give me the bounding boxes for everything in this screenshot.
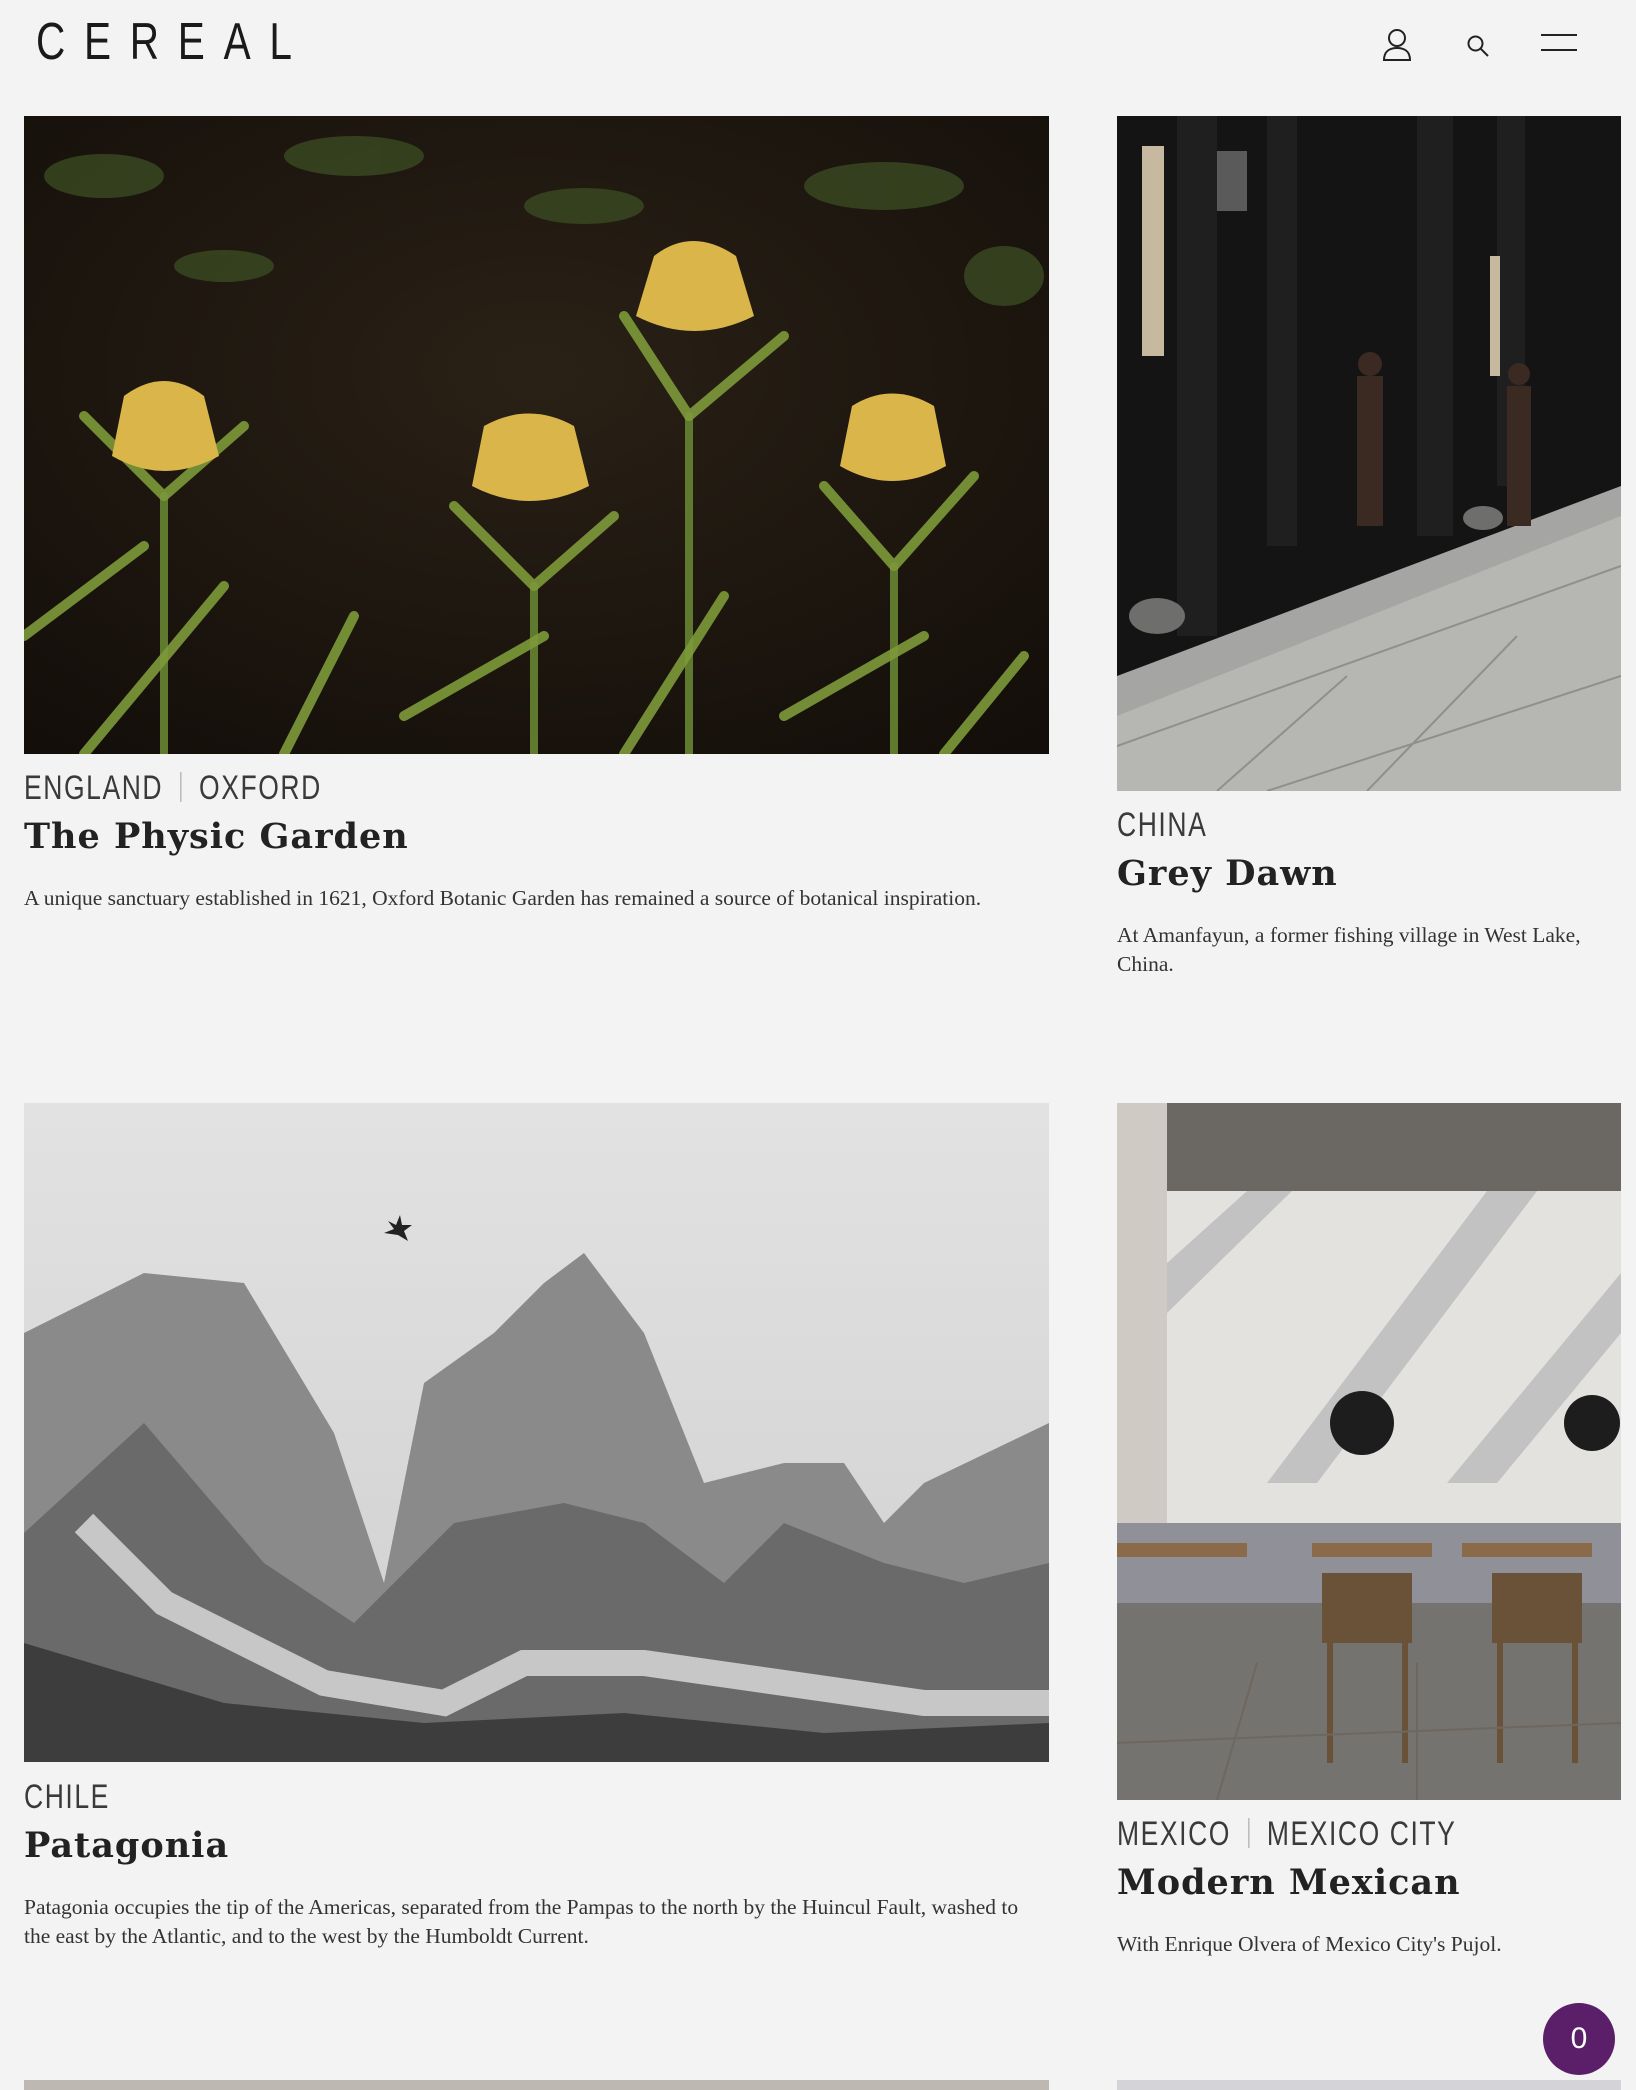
location-country[interactable]: MEXICO [1117, 1815, 1231, 1853]
location-country[interactable]: CHILE [24, 1778, 110, 1816]
article-location: ENGLAND OXFORD [24, 769, 322, 808]
location-city[interactable]: MEXICO CITY [1267, 1815, 1457, 1853]
article-title[interactable]: Patagonia [24, 1825, 229, 1866]
location-city[interactable]: OXFORD [199, 769, 322, 807]
location-separator [1248, 1818, 1250, 1848]
user-icon[interactable] [1382, 28, 1412, 62]
search-icon[interactable] [1466, 34, 1490, 58]
article-image-garden[interactable] [24, 116, 1049, 754]
article-card-patagonia[interactable]: CHILE Patagonia Patagonia occupies the t… [24, 1103, 1049, 1983]
next-article-image-peek[interactable] [1117, 2080, 1621, 2090]
cart-count-button[interactable]: 0 [1543, 2003, 1615, 2075]
article-title[interactable]: Modern Mexican [1117, 1862, 1461, 1903]
article-card-grey-dawn[interactable]: CHINA Grey Dawn At Amanfayun, a former f… [1117, 116, 1621, 1016]
article-image-restaurant[interactable] [1117, 1103, 1621, 1800]
location-country[interactable]: CHINA [1117, 806, 1207, 844]
article-location: CHILE [24, 1778, 110, 1817]
article-title[interactable]: The Physic Garden [24, 816, 409, 857]
menu-icon[interactable] [1541, 32, 1577, 54]
article-image-walkway[interactable] [1117, 116, 1621, 791]
article-description: A unique sanctuary established in 1621, … [24, 886, 982, 910]
article-card-modern-mexican[interactable]: MEXICO MEXICO CITY Modern Mexican With En… [1117, 1103, 1621, 1983]
location-separator [180, 772, 182, 802]
site-header: CEREAL [0, 0, 1636, 116]
article-description: At Amanfayun, a former fishing village i… [1117, 923, 1581, 976]
next-article-image-peek[interactable] [24, 2080, 1049, 2090]
article-description: Patagonia occupies the tip of the Americ… [24, 1895, 1019, 1948]
article-card-physic-garden[interactable]: ENGLAND OXFORD The Physic Garden A unique… [24, 116, 1049, 976]
site-logo[interactable]: CEREAL [36, 12, 311, 72]
location-country[interactable]: ENGLAND [24, 769, 163, 807]
article-image-mountains[interactable] [24, 1103, 1049, 1762]
article-description: With Enrique Olvera of Mexico City's Puj… [1117, 1932, 1502, 1956]
article-location: CHINA [1117, 806, 1207, 845]
article-title[interactable]: Grey Dawn [1117, 853, 1338, 894]
article-location: MEXICO MEXICO CITY [1117, 1815, 1456, 1854]
